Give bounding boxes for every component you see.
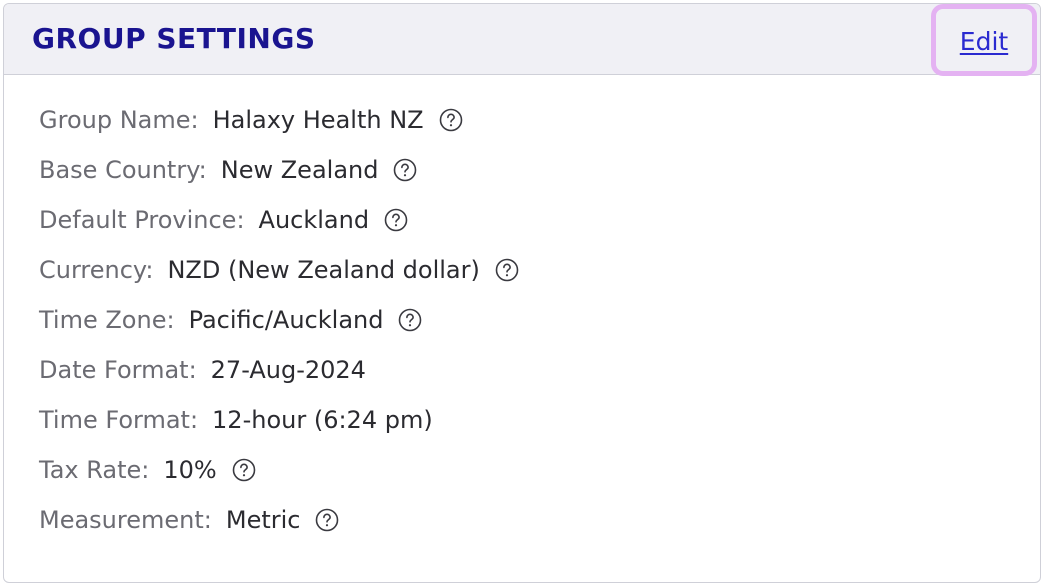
edit-link[interactable]: Edit (936, 27, 1032, 57)
setting-value: Pacific/Auckland (188, 306, 384, 334)
setting-row: Date Format: 27-Aug-2024 (39, 345, 519, 395)
setting-value: 27-Aug-2024 (210, 356, 366, 384)
setting-value: Halaxy Health NZ (212, 106, 424, 134)
setting-label: Currency: (39, 256, 154, 284)
settings-list: Group Name: Halaxy Health NZ Base Country:… (39, 95, 519, 545)
question-circle-icon[interactable] (384, 208, 408, 232)
setting-value: Metric (225, 506, 301, 534)
edit-highlight: Edit (931, 4, 1037, 76)
setting-label: Measurement: (39, 506, 212, 534)
setting-row: Time Format: 12-hour (6:24 pm) (39, 395, 519, 445)
setting-row: Tax Rate: 10% (39, 445, 519, 495)
setting-value: Auckland (258, 206, 370, 234)
question-circle-icon[interactable] (495, 258, 519, 282)
setting-row: Default Province: Auckland (39, 195, 519, 245)
question-circle-icon[interactable] (393, 158, 417, 182)
setting-value: New Zealand (220, 156, 379, 184)
question-circle-icon[interactable] (315, 508, 339, 532)
setting-label: Time Format: (39, 406, 199, 434)
setting-row: Measurement: Metric (39, 495, 519, 545)
setting-label: Group Name: (39, 106, 199, 134)
group-settings-panel: GROUP SETTINGS Edit Group Name: Halaxy He… (3, 3, 1041, 583)
setting-label: Tax Rate: (39, 456, 150, 484)
setting-value: 10% (163, 456, 217, 484)
question-circle-icon[interactable] (398, 308, 422, 332)
setting-row: Base Country: New Zealand (39, 145, 519, 195)
setting-row: Group Name: Halaxy Health NZ (39, 95, 519, 145)
setting-value: 12-hour (6:24 pm) (212, 406, 433, 434)
panel-header: GROUP SETTINGS Edit (4, 4, 1040, 76)
setting-label: Time Zone: (39, 306, 175, 334)
question-circle-icon[interactable] (232, 458, 256, 482)
setting-label: Date Format: (39, 356, 197, 384)
setting-value: NZD (New Zealand dollar) (167, 256, 480, 284)
question-circle-icon[interactable] (439, 108, 463, 132)
panel-title: GROUP SETTINGS (32, 22, 316, 55)
setting-row: Currency: NZD (New Zealand dollar) (39, 245, 519, 295)
setting-row: Time Zone: Pacific/Auckland (39, 295, 519, 345)
setting-label: Default Province: (39, 206, 245, 234)
setting-label: Base Country: (39, 156, 207, 184)
